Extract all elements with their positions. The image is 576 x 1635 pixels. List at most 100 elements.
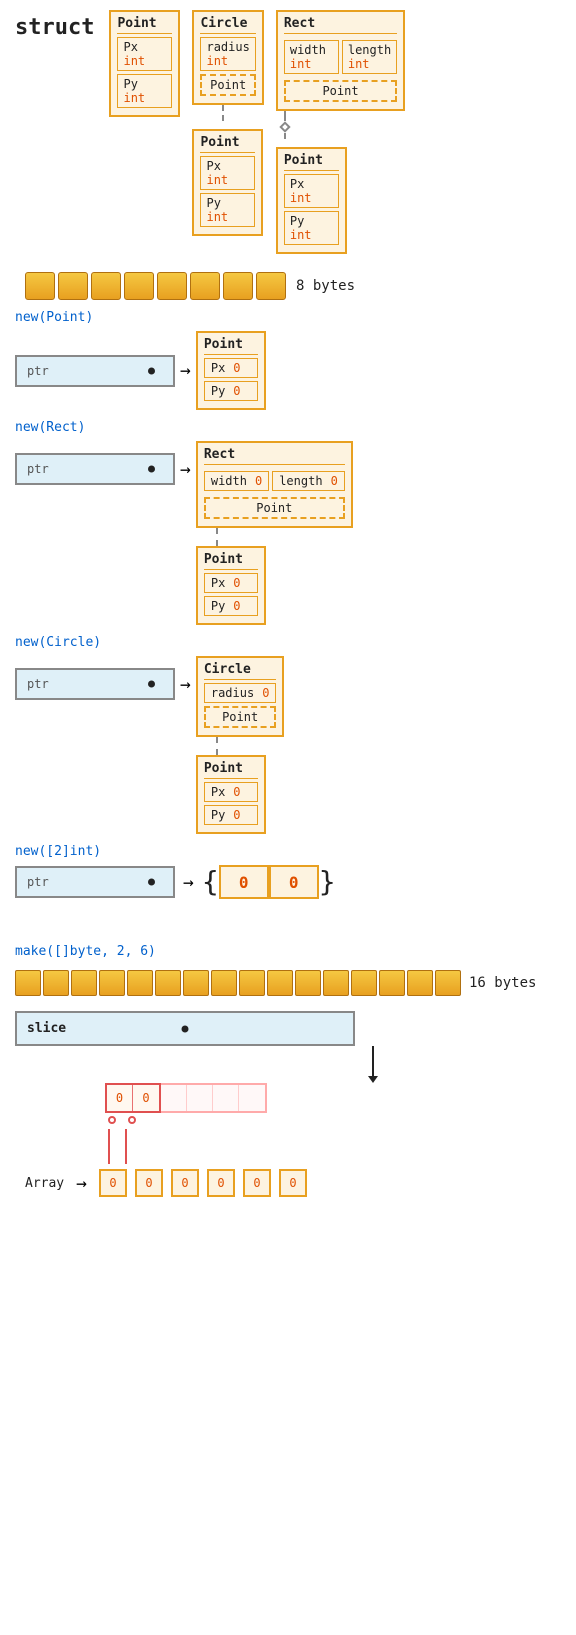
ac4: 0 bbox=[207, 1169, 235, 1197]
new-circle-section-label: new(Circle) bbox=[15, 635, 561, 650]
dashed-connector-rect bbox=[216, 528, 218, 546]
page-container: struct Point Px int Py int bbox=[0, 0, 576, 1207]
new-rect-py: Py 0 bbox=[204, 596, 258, 616]
mb7 bbox=[183, 970, 209, 996]
make-section-label: make([]byte, 2, 6) bbox=[15, 944, 561, 959]
array-label: Array bbox=[25, 1176, 64, 1191]
bytes-16-label: 16 bytes bbox=[469, 975, 536, 991]
new-circle-point-dashed: Point bbox=[204, 706, 277, 728]
ac2: 0 bbox=[135, 1169, 163, 1197]
mb11 bbox=[295, 970, 321, 996]
arrow-right-1: → bbox=[180, 360, 191, 381]
make-byte-cells bbox=[15, 970, 461, 996]
circle-point-embedded: Point bbox=[200, 74, 255, 96]
byte-cells bbox=[25, 272, 286, 300]
struct-circle: Circle radius int Point Point Px int bbox=[192, 10, 263, 236]
mb1 bbox=[15, 970, 41, 996]
ac3: 0 bbox=[171, 1169, 199, 1197]
new-point-px: Px 0 bbox=[204, 358, 258, 378]
ptr-dot bbox=[148, 367, 155, 374]
arrow-right-2: → bbox=[180, 459, 191, 480]
byte-cell-5 bbox=[157, 272, 187, 300]
mb15 bbox=[407, 970, 433, 996]
new-point-ptr-box: ptr bbox=[15, 355, 175, 387]
sce1 bbox=[161, 1085, 187, 1111]
ptr-dot-rect bbox=[148, 466, 155, 473]
new-point-result: Point Px 0 Py 0 bbox=[196, 331, 266, 410]
new-rect-ptr-box: ptr bbox=[15, 453, 175, 485]
slice-cell-2: 0 bbox=[133, 1085, 159, 1111]
mb16 bbox=[435, 970, 461, 996]
sce3 bbox=[213, 1085, 239, 1111]
byte-cell-3 bbox=[91, 272, 121, 300]
new-point-diagram: ptr → Point Px 0 Py 0 bbox=[15, 331, 561, 410]
ci1 bbox=[108, 1116, 116, 1124]
mb2 bbox=[43, 970, 69, 996]
bytes-label: 8 bytes bbox=[296, 278, 355, 294]
ptr-dot-circle bbox=[148, 681, 155, 688]
right-brace: } bbox=[319, 868, 336, 896]
new-circle-point-sub: Point Px 0 Py 0 bbox=[196, 755, 266, 834]
left-brace: { bbox=[202, 868, 219, 896]
ac1: 0 bbox=[99, 1169, 127, 1197]
rect-length-field: length int bbox=[342, 40, 397, 74]
array-row: Array → 0 0 0 0 0 0 bbox=[25, 1169, 561, 1197]
array-arrow: → bbox=[76, 1173, 87, 1194]
new-circle-result: Circle radius 0 Point bbox=[196, 656, 285, 737]
mb4 bbox=[99, 970, 125, 996]
new-circle-px: Px 0 bbox=[204, 782, 258, 802]
point-py-field: Py int bbox=[117, 74, 172, 108]
mb5 bbox=[127, 970, 153, 996]
slice-box: slice bbox=[15, 1011, 355, 1046]
byte-cell-6 bbox=[190, 272, 220, 300]
new-rect-point-dashed: Point bbox=[204, 497, 345, 519]
ac6: 0 bbox=[279, 1169, 307, 1197]
slice-dot bbox=[182, 1025, 189, 1032]
slice-label: slice bbox=[27, 1021, 66, 1036]
bytes-row: 8 bytes bbox=[25, 272, 561, 300]
slice-empty-cells bbox=[161, 1083, 267, 1113]
slice-subarray: 0 0 bbox=[105, 1083, 561, 1124]
new-point-section-label: new(Point) bbox=[15, 310, 561, 325]
array-val-2: 0 bbox=[269, 865, 319, 899]
rect-width-field: width int bbox=[284, 40, 339, 74]
new-rect-result: Rect width 0 length 0 Point bbox=[196, 441, 353, 528]
circle-point-sub: Point Px int Py int bbox=[192, 129, 263, 236]
new-2int-ptr-box: ptr bbox=[15, 866, 175, 898]
new-circle-py: Py 0 bbox=[204, 805, 258, 825]
red-line-2 bbox=[125, 1129, 127, 1164]
mb3 bbox=[71, 970, 97, 996]
rect-point-sub: Point Px int Py int bbox=[276, 147, 347, 254]
byte-cell-2 bbox=[58, 272, 88, 300]
array-val-1: 0 bbox=[219, 865, 269, 899]
new-circle-diagram: ptr → Circle radius 0 Point Point bbox=[15, 656, 561, 834]
byte-cell-8 bbox=[256, 272, 286, 300]
circle-indicators bbox=[108, 1116, 561, 1124]
mb6 bbox=[155, 970, 181, 996]
struct-label: struct bbox=[15, 15, 94, 40]
slice-cell-1: 0 bbox=[107, 1085, 133, 1111]
circle-radius-field: radius int bbox=[200, 37, 255, 71]
red-connectors bbox=[108, 1129, 561, 1164]
sce4 bbox=[239, 1085, 265, 1111]
struct-rect: Rect width int length int Point bbox=[276, 10, 405, 254]
mb8 bbox=[211, 970, 237, 996]
dashed-connector-circle bbox=[216, 737, 218, 755]
byte-cell-7 bbox=[223, 272, 253, 300]
new-rect-section-label: new(Rect) bbox=[15, 420, 561, 435]
ptr-dot-2int bbox=[148, 879, 155, 886]
mb12 bbox=[323, 970, 349, 996]
point-px-field: Px int bbox=[117, 37, 172, 71]
rect-point-embedded: Point bbox=[284, 80, 397, 102]
make-bytes-area: 16 bytes bbox=[15, 965, 561, 1001]
byte-cell-4 bbox=[124, 272, 154, 300]
new-2int-diagram: ptr → { 0 0 } bbox=[15, 865, 561, 899]
new-rect-point-sub: Point Px 0 Py 0 bbox=[196, 546, 266, 625]
red-line-1 bbox=[108, 1129, 110, 1164]
slice-arrow-down bbox=[185, 1046, 561, 1083]
ac5: 0 bbox=[243, 1169, 271, 1197]
arrow-right-3: → bbox=[180, 674, 191, 695]
new-rect-length: length 0 bbox=[272, 471, 345, 491]
rect-title: Rect bbox=[284, 16, 397, 34]
circle-title: Circle bbox=[200, 16, 255, 34]
